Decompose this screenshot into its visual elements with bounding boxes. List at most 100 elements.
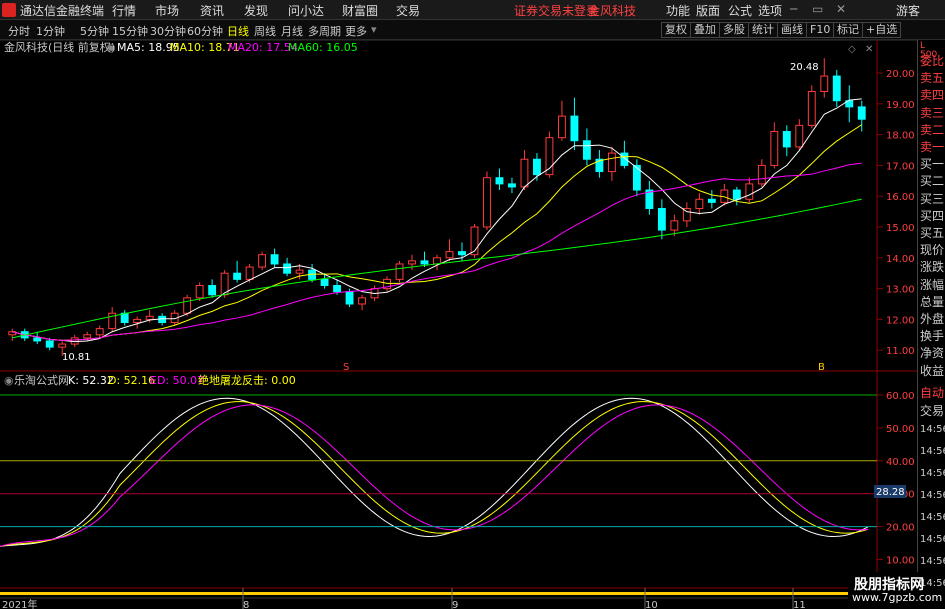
high-price-label: 20.48 [790, 62, 819, 73]
menu-jiaoyi[interactable]: 交易 [396, 2, 420, 19]
menu-gongneng[interactable]: 功能 [666, 2, 690, 19]
button-huaxian[interactable]: 画线 [777, 22, 807, 38]
candle-body [533, 158, 541, 176]
candle-body [195, 285, 204, 299]
chevron-down-icon[interactable]: ▾ [371, 23, 377, 36]
buy-marker: B [818, 362, 825, 373]
indicator-tick-label: 50.00 [886, 424, 915, 435]
panel-close-icon[interactable]: ✕ [865, 44, 873, 55]
watermark: 股朋指标网 www.7gpzb.com [848, 572, 942, 606]
sidebar-time: 14:56 [920, 490, 945, 501]
indicator-tick-label: 40.00 [886, 457, 915, 468]
candle-body [258, 254, 267, 268]
menu-wenxiaoda[interactable]: 问小达 [288, 2, 324, 19]
time-axis: 2021年 8 9 10 11 [0, 587, 877, 609]
trade-login-notice[interactable]: 证券交易未登录 [514, 2, 598, 19]
candle-body [757, 164, 766, 185]
button-duogu[interactable]: 多股 [719, 22, 749, 38]
menu-gongshi[interactable]: 公式 [728, 2, 752, 19]
sell-marker: S [343, 362, 349, 373]
button-fuquan[interactable]: 复权 [661, 22, 691, 38]
sidebar-item: 卖一 [920, 140, 945, 154]
app-title: 通达信金融终端 [20, 4, 105, 18]
settings-icon[interactable]: ◉ [106, 41, 116, 54]
candle-body [620, 152, 629, 166]
restore-icon[interactable]: ▭ [812, 2, 823, 16]
candle-body [345, 291, 354, 305]
ma5-line [12, 98, 862, 343]
menu-zixun[interactable]: 资讯 [200, 2, 224, 19]
indicator-signal-label: 绝地屠龙反击: 0.00 [198, 373, 296, 387]
scroll-strip[interactable] [0, 592, 877, 595]
candle-body [33, 337, 42, 342]
chart-area[interactable]: 20.00 19.00 18.00 17.00 16.00 15.00 14.00 13.00… [0, 40, 917, 609]
price-tick-label: 13.00 [886, 285, 915, 296]
menu-faxian[interactable]: 发现 [244, 2, 268, 19]
indicator-title: 乐淘公式网 [14, 374, 69, 387]
candle-body [632, 164, 641, 191]
candle-body [408, 260, 416, 265]
candle-body [782, 131, 791, 148]
tab-1min[interactable]: 1分钟 [36, 23, 65, 39]
candle-body [582, 140, 591, 160]
price-tick-label: 19.00 [886, 100, 915, 111]
auto-trade-1[interactable]: 自动 [920, 384, 944, 401]
indicator-settings-icon[interactable]: ◉ [4, 374, 14, 387]
sidebar-item: 卖四 [920, 88, 945, 103]
candle-body [807, 90, 816, 126]
candle-body [670, 220, 679, 231]
price-tick-label: 18.00 [886, 131, 915, 142]
candle-body [58, 343, 67, 348]
price-tick-label: 14.00 [886, 254, 915, 265]
indicator-tick-label: 60.00 [886, 391, 915, 402]
menu-shichang[interactable]: 市场 [155, 2, 179, 19]
minimize-icon[interactable]: ─ [790, 2, 797, 16]
tab-30min[interactable]: 30分钟 [150, 23, 186, 39]
button-tongji[interactable]: 统计 [748, 22, 778, 38]
tab-more[interactable]: 更多 [345, 23, 367, 39]
price-tick-label: 17.00 [886, 161, 915, 172]
candle-body [607, 152, 616, 173]
close-icon[interactable]: ✕ [836, 2, 846, 16]
sidebar-time: 14:56 [920, 468, 945, 479]
button-diejia[interactable]: 叠加 [690, 22, 720, 38]
indicator-d-label: D: 52.16 [108, 374, 155, 387]
candle-body [45, 340, 54, 348]
tab-daily[interactable]: 日线 [227, 23, 249, 39]
button-f10[interactable]: F10 [806, 22, 835, 38]
candle-body [270, 254, 279, 265]
tab-60min[interactable]: 60分钟 [187, 23, 223, 39]
candle-body [245, 266, 254, 280]
menu-xuanxiang[interactable]: 选项 [758, 2, 782, 19]
price-tick-label: 20.00 [886, 69, 915, 80]
tab-multi-period[interactable]: 多周期 [308, 23, 341, 39]
candle-body [570, 115, 579, 142]
indicator-tick-label: 20.00 [886, 523, 915, 534]
menu-hangqing[interactable]: 行情 [112, 2, 136, 19]
diamond-icon[interactable]: ◇ [848, 44, 856, 55]
menu-caifuquan[interactable]: 财富圈 [342, 2, 378, 19]
tab-5min[interactable]: 5分钟 [80, 23, 109, 39]
tab-weekly[interactable]: 周线 [254, 23, 276, 39]
tab-15min[interactable]: 15分钟 [112, 23, 148, 39]
time-label-9: 9 [452, 600, 458, 609]
candle-body [695, 198, 704, 210]
candle-body [458, 251, 466, 256]
period-toolbar: 分时 1分钟 5分钟 15分钟 30分钟 60分钟 日线 周线 月线 多周期 更… [0, 20, 945, 40]
candle-body [745, 183, 754, 200]
auto-trade-2[interactable]: 交易 [920, 402, 944, 419]
menu-banmian[interactable]: 版面 [696, 2, 720, 19]
sidebar-item: 换手 [920, 329, 945, 344]
current-value-text: 28.28 [876, 487, 905, 498]
sidebar-item: 卖五 [920, 71, 945, 86]
guest-label[interactable]: 游客 [896, 2, 920, 19]
tab-fenshi[interactable]: 分时 [8, 23, 30, 39]
price-tick-label: 15.00 [886, 223, 915, 234]
button-add-favorite[interactable]: +自选 [862, 22, 902, 38]
candle-body [420, 260, 429, 265]
candle-body [133, 318, 142, 323]
button-biaoji[interactable]: 标记 [833, 22, 863, 38]
tab-monthly[interactable]: 月线 [281, 23, 303, 39]
candle-body [395, 263, 404, 280]
sidebar-item: 买四 [920, 208, 945, 223]
